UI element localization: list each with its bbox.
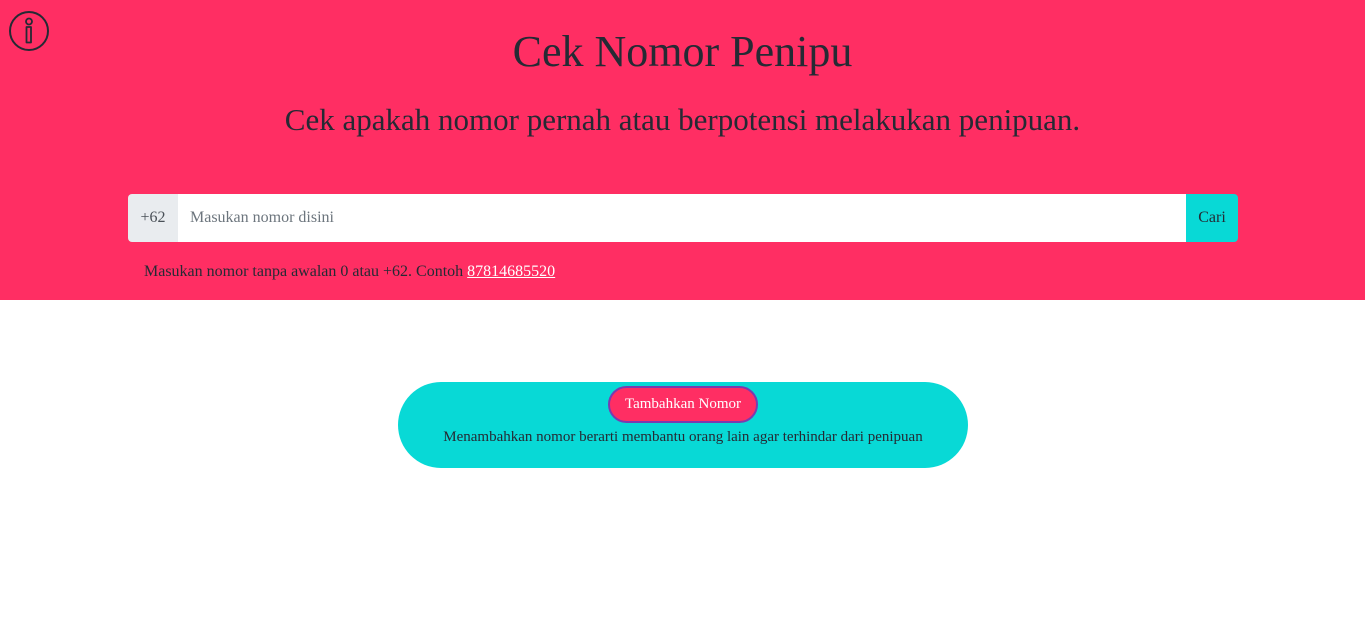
hero-header: Cek Nomor Penipu Cek apakah nomor pernah… [0, 0, 1365, 300]
search-button[interactable]: Cari [1186, 194, 1238, 242]
add-number-caption: Menambahkan nomor berarti membantu orang… [443, 429, 923, 445]
add-number-card: Tambahkan Nomor Menambahkan nomor berart… [398, 382, 968, 468]
search-form: +62 Cari [128, 194, 1238, 242]
search-hint-text: Masukan nomor tanpa awalan 0 atau +62. C… [144, 263, 468, 280]
country-code-prefix: +62 [128, 194, 178, 242]
add-number-button[interactable]: Tambahkan Nomor [608, 386, 758, 423]
page-subtitle: Cek apakah nomor pernah atau berpotensi … [284, 102, 1081, 137]
example-number-link[interactable]: 87814685520 [467, 263, 555, 280]
phone-number-input[interactable] [178, 194, 1186, 242]
search-hint: Masukan nomor tanpa awalan 0 atau +62. C… [144, 262, 555, 282]
page-title: Cek Nomor Penipu [512, 27, 853, 76]
